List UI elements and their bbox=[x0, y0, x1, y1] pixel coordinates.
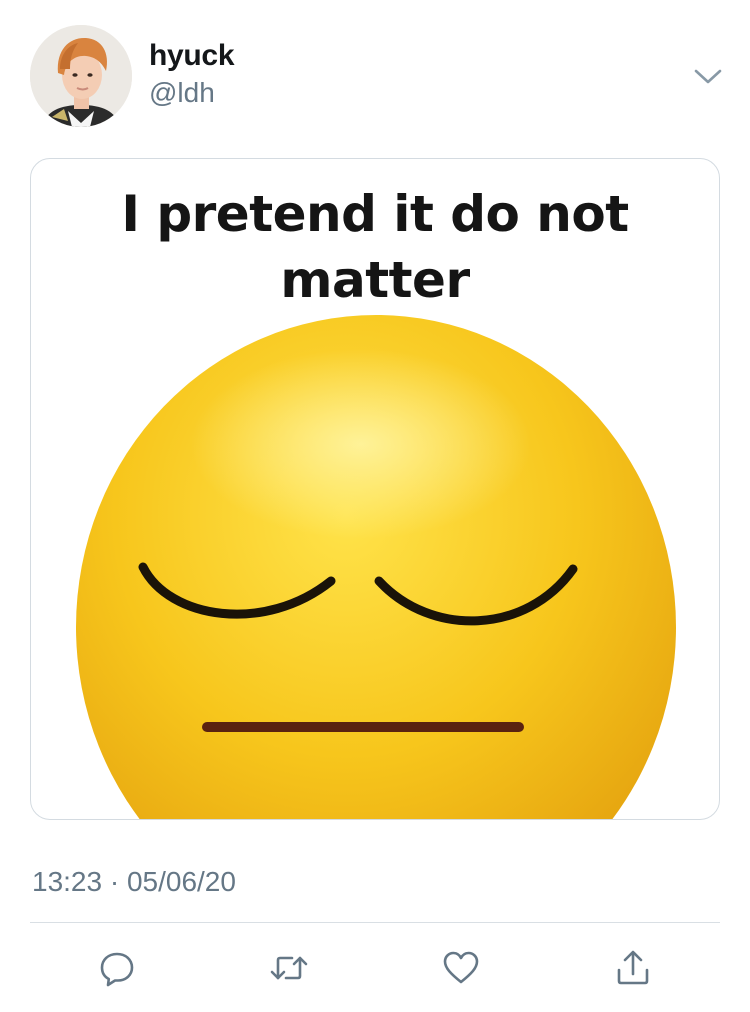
tweet-media[interactable]: I pretend it do not matter bbox=[30, 158, 720, 820]
share-button[interactable] bbox=[611, 948, 655, 988]
reply-button[interactable] bbox=[95, 948, 139, 988]
avatar[interactable] bbox=[30, 25, 132, 127]
retweet-button[interactable] bbox=[267, 948, 311, 988]
display-name[interactable]: hyuck bbox=[149, 38, 235, 74]
media-caption: I pretend it do not matter bbox=[121, 185, 629, 309]
heart-icon bbox=[441, 948, 481, 988]
avatar-photo bbox=[30, 25, 132, 127]
retweet-arrows-icon bbox=[267, 948, 311, 988]
upload-icon bbox=[613, 948, 653, 988]
tweet-timestamp[interactable]: 13:23 · 05/06/20 bbox=[32, 865, 236, 899]
tweet: hyuck @ldh I pretend it do not matter 13… bbox=[0, 0, 750, 1012]
user-handle[interactable]: @ldh bbox=[149, 76, 215, 110]
speech-bubble-icon bbox=[97, 948, 137, 988]
chevron-down-icon[interactable] bbox=[692, 64, 724, 88]
divider bbox=[30, 922, 720, 923]
like-button[interactable] bbox=[439, 948, 483, 988]
